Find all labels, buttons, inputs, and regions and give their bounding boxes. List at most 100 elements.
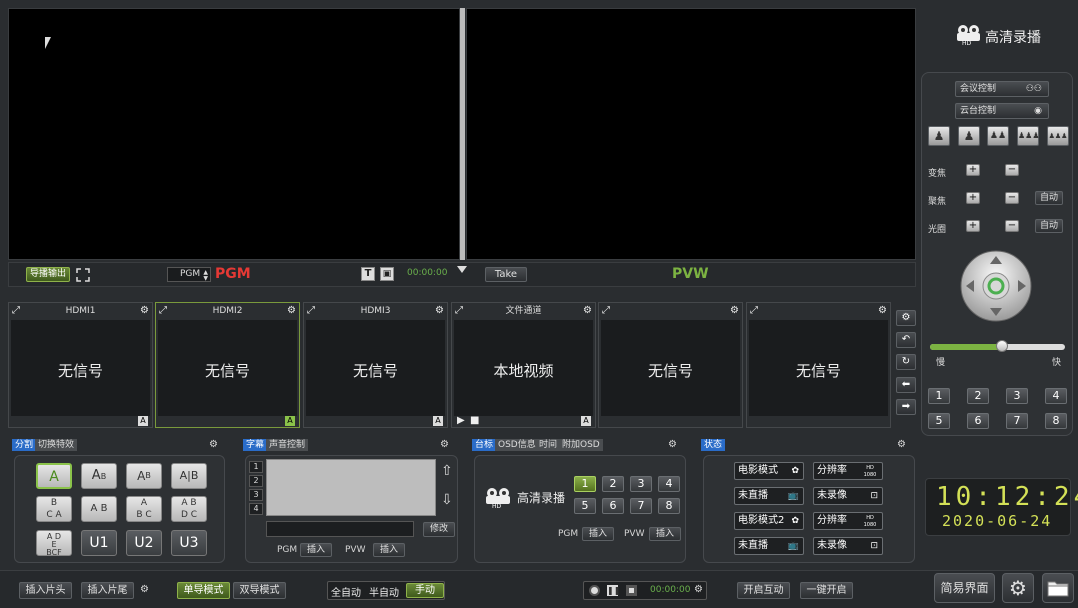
ptz-control-button[interactable]: 云台控制 ◉ (955, 103, 1049, 119)
text-overlay-icon[interactable]: T (361, 267, 375, 281)
camera-tile[interactable]: ⤢ ⚙ 无信号 (746, 302, 891, 428)
layout-quad-button[interactable]: A BD C (171, 496, 207, 522)
seat-one-button[interactable]: ♟ (928, 126, 950, 146)
status-button[interactable]: 未录像 ⊡ (813, 537, 883, 555)
gear-icon[interactable]: ⚙ (583, 305, 592, 317)
osd-logo-slot-button[interactable]: 3 (630, 476, 652, 492)
split-tab[interactable]: 分割 (12, 439, 37, 451)
pgm-source-select[interactable]: PGM ▲ ▼ (167, 267, 211, 282)
split-settings-icon[interactable]: ⚙ (209, 439, 218, 450)
caption-pvw-insert-button[interactable]: 插入 (373, 543, 405, 557)
insert-tail-button[interactable]: 插入片尾 (81, 582, 134, 599)
layout-three-left-button[interactable]: BC A (36, 496, 72, 522)
pause-icon[interactable]: ❚❚ (607, 585, 620, 596)
take-button[interactable]: Take (485, 267, 527, 282)
caption-input[interactable] (266, 521, 414, 537)
osd-info-tab[interactable]: OSD信息 (495, 439, 539, 451)
camera-tile[interactable]: ⤢ ⚙ 无信号 (598, 302, 743, 428)
ptz-preset-button[interactable]: 2 (967, 388, 989, 404)
single-mode-button[interactable]: 单导模式 (177, 582, 230, 599)
osd-logo-slot-button[interactable]: 5 (574, 498, 596, 514)
caption-row-number[interactable]: 3 (249, 489, 263, 501)
status-button[interactable]: 电影模式 ✿ (734, 462, 804, 480)
time-tab[interactable]: 时间 (536, 439, 561, 451)
caption-modify-button[interactable]: 修改 (423, 522, 455, 537)
layout-side-by-side-button[interactable]: A|B (171, 463, 207, 489)
caption-row-number[interactable]: 4 (249, 503, 263, 515)
user-layout-3-button[interactable]: U3 (171, 530, 207, 556)
open-interact-button[interactable]: 开启互动 (737, 582, 790, 599)
audio-control-tab[interactable]: 声音控制 (266, 439, 309, 451)
one-key-start-button[interactable]: 一键开启 (800, 582, 853, 599)
dropdown-arrow-icon[interactable] (457, 266, 467, 273)
ptz-preset-button[interactable]: 3 (1006, 388, 1028, 404)
osd-logo-slot-button[interactable]: 6 (602, 498, 624, 514)
logo-tab[interactable]: 台标 (472, 439, 497, 451)
semi-auto-option[interactable]: 半自动 (369, 584, 399, 599)
caption-tab[interactable]: 字幕 (243, 439, 268, 451)
ptz-preset-button[interactable]: 7 (1006, 413, 1028, 429)
caption-text-area[interactable] (266, 459, 436, 516)
status-button[interactable]: 分辨率 HD 1080 (813, 512, 883, 530)
full-auto-option[interactable]: 全自动 (331, 584, 361, 599)
manual-option[interactable]: 手动 (406, 583, 444, 598)
zoom-minus-button[interactable]: − (1005, 164, 1019, 176)
caption-row-number[interactable]: 1 (249, 461, 263, 473)
ptz-preset-button[interactable]: 5 (928, 413, 950, 429)
guide-output-button[interactable]: 导播输出 (26, 267, 70, 282)
gear-icon[interactable]: ⚙ (287, 305, 296, 317)
arrow-right-side-button[interactable]: ➡ (896, 399, 916, 415)
image-overlay-icon[interactable]: ▣ (380, 267, 394, 281)
iris-auto-button[interactable]: 自动 (1035, 219, 1063, 233)
simple-ui-button[interactable]: 简易界面 (934, 573, 995, 603)
status-button[interactable]: 分辨率 HD 1080 (813, 462, 883, 480)
insert-head-button[interactable]: 插入片头 (19, 582, 72, 599)
gear-icon[interactable]: ⚙ (878, 305, 887, 317)
effects-tab[interactable]: 切换特效 (35, 439, 78, 451)
osd-logo-slot-button[interactable]: 8 (658, 498, 680, 514)
zoom-plus-button[interactable]: + (966, 164, 980, 176)
gear-icon[interactable]: ⚙ (140, 305, 149, 317)
direction-pad[interactable] (960, 250, 1032, 322)
gear-icon[interactable]: ⚙ (435, 305, 444, 317)
ptz-preset-button[interactable]: 6 (967, 413, 989, 429)
osd-logo-slot-button[interactable]: 2 (602, 476, 624, 492)
camera-tile[interactable]: ⤢ 文件通道 ⚙ 本地视频 ▶ ■ A (451, 302, 596, 428)
caption-row-number[interactable]: 2 (249, 475, 263, 487)
camera-tile[interactable]: ⤢ HDMI3 ⚙ 无信号 A (303, 302, 448, 428)
ptz-preset-button[interactable]: 4 (1045, 388, 1067, 404)
focus-auto-button[interactable]: 自动 (1035, 191, 1063, 205)
osd-logo-slot-button[interactable]: 7 (630, 498, 652, 514)
move-up-icon[interactable]: ⇧ (441, 463, 453, 479)
focus-plus-button[interactable]: + (966, 192, 980, 204)
open-folder-button[interactable] (1042, 573, 1074, 603)
layout-six-button[interactable]: A D E BCF (36, 530, 72, 557)
osd-pgm-insert-button[interactable]: 插入 (582, 527, 614, 541)
status-button[interactable]: 未直播 📺 (734, 537, 804, 555)
arrow-left-side-button[interactable]: ⬅ (896, 377, 916, 393)
refresh-side-button[interactable]: ↻ (896, 354, 916, 370)
fullscreen-icon[interactable] (76, 267, 90, 282)
undo-side-button[interactable]: ↶ (896, 332, 916, 348)
seat-three-button[interactable]: ♟♟ (987, 126, 1009, 146)
user-layout-1-button[interactable]: U1 (81, 530, 117, 556)
move-down-icon[interactable]: ⇩ (441, 492, 453, 508)
monitor-divider[interactable] (460, 8, 465, 260)
play-icon[interactable]: ▶ (457, 415, 465, 427)
speed-slider-thumb[interactable] (995, 340, 1008, 352)
caption-settings-icon[interactable]: ⚙ (440, 439, 449, 450)
seat-four-button[interactable]: ♟♟♟ (1017, 126, 1040, 146)
iris-minus-button[interactable]: − (1005, 220, 1019, 232)
stop-icon[interactable]: ■ (470, 415, 479, 427)
status-button[interactable]: 电影模式2 ✿ (734, 512, 804, 530)
layout-single-button[interactable]: A (36, 463, 72, 489)
ptz-preset-button[interactable]: 8 (1045, 413, 1067, 429)
gear-icon[interactable]: ⚙ (730, 305, 739, 317)
seat-all-button[interactable]: ♟♟♟ (1047, 126, 1069, 146)
layout-three-top-button[interactable]: AB C (126, 496, 162, 522)
speed-slider[interactable] (930, 340, 1065, 352)
ptz-preset-button[interactable]: 1 (928, 388, 950, 404)
osd-settings-icon[interactable]: ⚙ (668, 439, 677, 450)
seat-two-button[interactable]: ♟ (958, 126, 980, 146)
system-settings-button[interactable]: ⚙ (1002, 573, 1034, 603)
